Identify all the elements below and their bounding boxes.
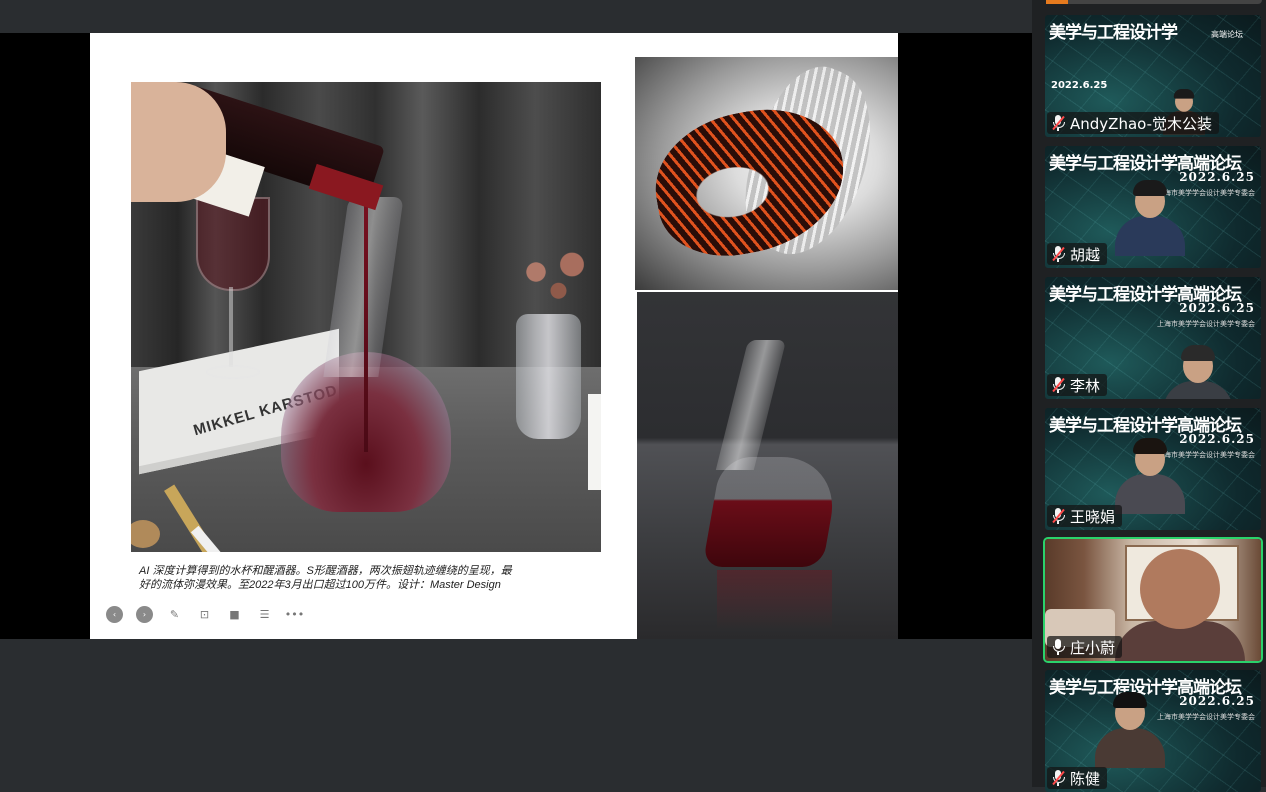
poster-subtitle: 高端论坛 [1211, 30, 1243, 39]
chevron-right-icon: › [142, 609, 147, 619]
participant-name: 王晓娟 [1070, 507, 1116, 526]
participant-panel: 美学与工程设计学 高端论坛 2022.6.25 AndyZhao-觉木公装 美学与工程设… [1032, 0, 1266, 792]
participant-avatar [1115, 438, 1185, 514]
mic-muted-icon [1051, 376, 1065, 394]
participant-avatar [1115, 180, 1185, 256]
participant-name: 庄小蔚 [1070, 638, 1116, 657]
forum-date: 2022.6.25 [1179, 694, 1255, 708]
participant-tile-partial[interactable] [1046, 0, 1262, 4]
mic-muted-icon [1051, 507, 1065, 525]
participant-name-tag: 李林 [1047, 374, 1108, 396]
participant-tile[interactable]: 庄小蔚 [1043, 537, 1263, 663]
wine-glass-foot [206, 365, 260, 379]
s-decanter-photo [637, 292, 898, 639]
caption-line: 好的流体弥漫效果。至2022年3月出口超过100万件。设计：Master Des… [139, 579, 501, 591]
presentation-slide: MIKKEL KARSTOD AI 深度计算得到的水杯和醒酒器。S形醒酒器，两次… [90, 33, 898, 639]
participant-name-tag: 庄小蔚 [1047, 636, 1123, 658]
dried-flowers [509, 242, 599, 317]
mic-muted-icon [1051, 114, 1065, 132]
slide-toolbar: ‹ › ✎ ⊡ ■ ☰ ••• [106, 604, 305, 624]
participant-face [1140, 549, 1220, 629]
forum-organizer: 上海市美学学会设计美学专委会 [1157, 713, 1255, 721]
caption-line: AI 深度计算得到的水杯和醒酒器。S形醒酒器，两次振翅轨迹缠绕的呈现，最 [139, 565, 512, 577]
participant-tile[interactable]: 美学与工程设计学高端论坛 2022.6.25 上海市美学学会设计美学专委会 胡越 [1045, 146, 1261, 268]
wave-sculpture-photo [635, 57, 898, 290]
participant-tile[interactable]: 美学与工程设计学高端论坛 2022.6.25 上海市美学学会设计美学专委会 李林 [1045, 277, 1261, 399]
pen-icon: ✎ [169, 607, 180, 621]
participant-name: 李林 [1070, 376, 1101, 395]
participant-name-tag: 王晓娟 [1047, 505, 1123, 527]
participant-tile[interactable]: 美学与工程设计学高端论坛 2022.6.25 上海市美学学会设计美学专委会 陈健 [1045, 670, 1261, 792]
forum-date: 2022.6.25 [1179, 432, 1255, 446]
chevron-left-icon: ‹ [112, 609, 117, 619]
more-button[interactable]: ••• [284, 606, 305, 623]
forum-organizer: 上海市美学学会设计美学专委会 [1157, 320, 1255, 328]
wine-glass-stem [229, 287, 233, 367]
bottom-empty-area [0, 639, 1032, 787]
s-decanter-body [702, 457, 842, 567]
slide-caption: AI 深度计算得到的水杯和醒酒器。S形醒酒器，两次振翅轨迹缠绕的呈现，最 好的流… [139, 564, 539, 592]
mic-muted-icon [1051, 245, 1065, 263]
participant-name: 陈健 [1070, 769, 1101, 788]
next-slide-button[interactable]: › [136, 605, 153, 623]
forum-date: 2022.6.25 [1179, 170, 1255, 184]
shared-screen-area: MIKKEL KARSTOD AI 深度计算得到的水杯和醒酒器。S形醒酒器，两次… [0, 33, 1032, 639]
participant-name-tag: 胡越 [1047, 243, 1108, 265]
participant-name-tag: 陈健 [1047, 767, 1108, 789]
top-bar [0, 0, 1032, 33]
wine-stream [364, 192, 368, 452]
notes-button[interactable]: ☰ [256, 606, 273, 623]
notes-icon: ☰ [259, 607, 270, 621]
s-decanter-reflection [717, 570, 832, 630]
prev-slide-button[interactable]: ‹ [106, 605, 123, 623]
poster-date: 2022.6.25 [1051, 80, 1108, 91]
mic-icon [1051, 638, 1065, 656]
s-decanter-neck [715, 340, 787, 470]
hand [131, 82, 226, 202]
participant-tile[interactable]: 美学与工程设计学 高端论坛 2022.6.25 AndyZhao-觉木公装 [1045, 15, 1261, 137]
participant-avatar [1095, 692, 1165, 768]
video-button[interactable]: ■ [226, 606, 243, 623]
glass-vase [516, 314, 581, 439]
video-icon: ■ [229, 607, 240, 621]
zoom-icon: ⊡ [199, 607, 210, 621]
pen-button[interactable]: ✎ [166, 606, 183, 623]
more-icon: ••• [284, 607, 305, 621]
participant-name-tag: AndyZhao-觉木公装 [1047, 112, 1220, 134]
zoom-button[interactable]: ⊡ [196, 606, 213, 623]
forum-date: 2022.6.25 [1179, 301, 1255, 315]
poster-title: 美学与工程设计学 [1049, 23, 1178, 43]
mic-muted-icon [1051, 769, 1065, 787]
candle [588, 394, 601, 490]
decanter-pouring-photo: MIKKEL KARSTOD [131, 82, 601, 552]
participant-name: 胡越 [1070, 245, 1101, 264]
participant-name: AndyZhao-觉木公装 [1070, 114, 1213, 133]
participant-tile[interactable]: 美学与工程设计学高端论坛 2022.6.25 上海市美学学会设计美学专委会 王晓娟 [1045, 408, 1261, 530]
